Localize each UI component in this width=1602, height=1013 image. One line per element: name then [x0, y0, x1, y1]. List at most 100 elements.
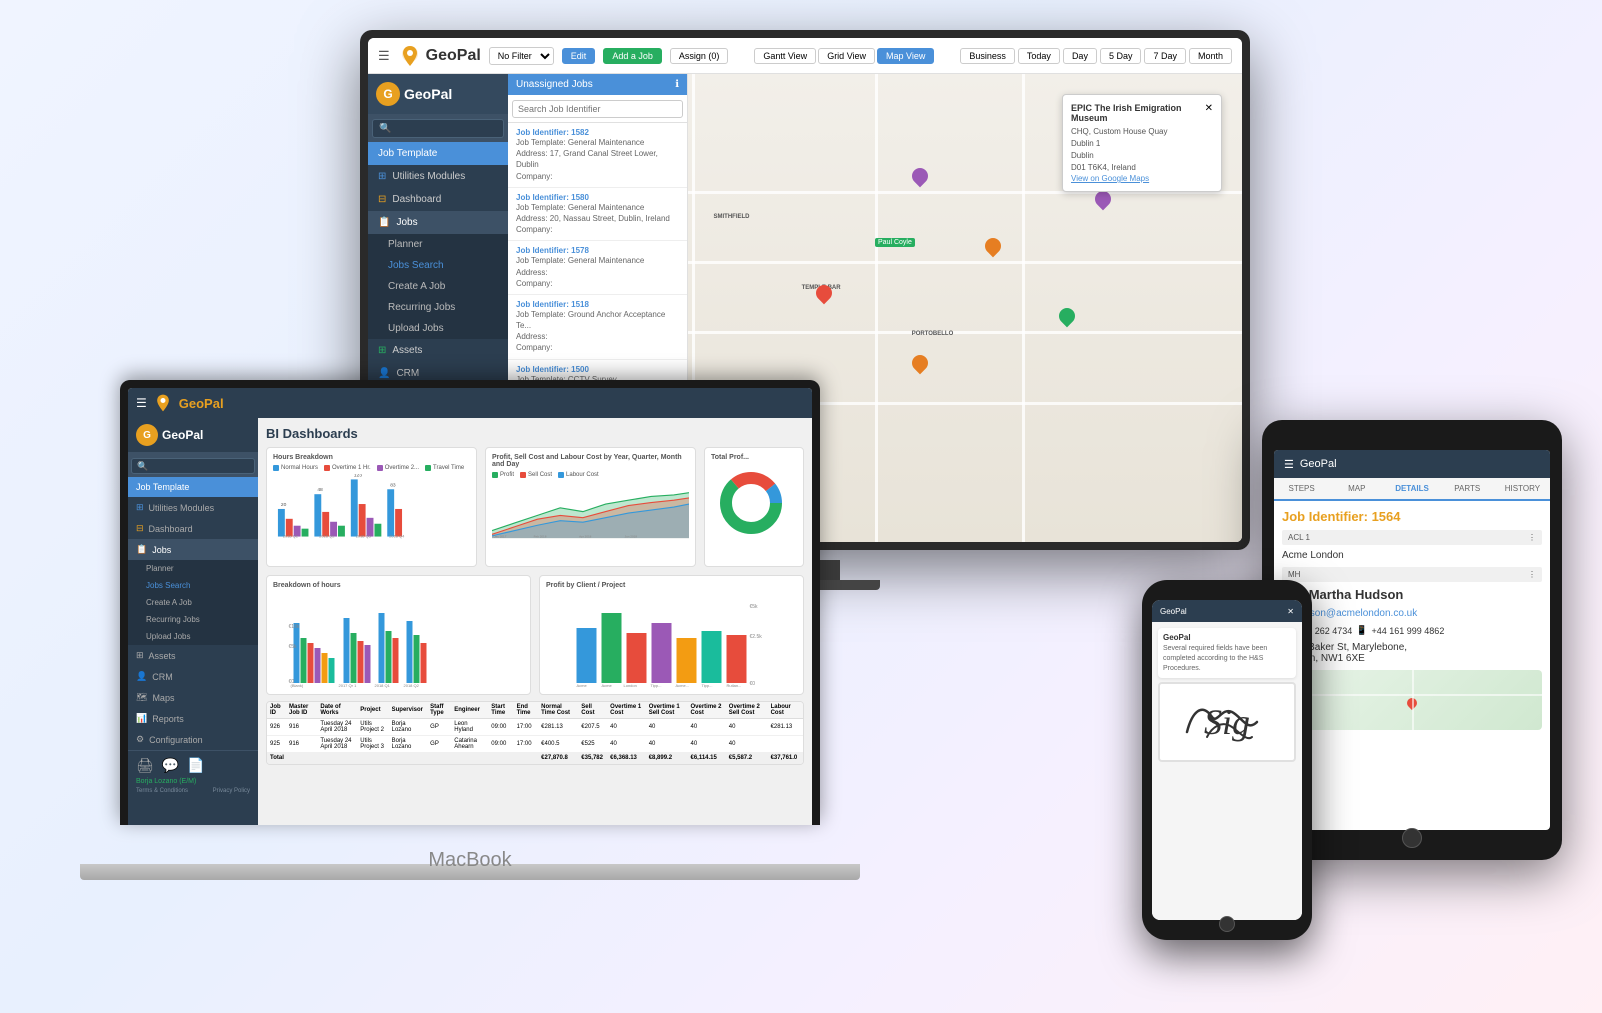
phone-notif-text: Several required fields have been comple… — [1163, 644, 1291, 673]
today-button[interactable]: Today — [1018, 48, 1060, 64]
legend-label-profit: Profit — [500, 472, 514, 478]
laptop-sidebar-utilities[interactable]: ⊞ Utilities Modules — [128, 497, 258, 518]
td-925-ot2: 40 — [687, 736, 725, 753]
laptop-sidebar-create-job[interactable]: Create A Job — [128, 594, 258, 611]
sidebar-item-planner[interactable]: Planner — [368, 234, 508, 255]
td-926-ot2: 40 — [687, 719, 725, 736]
svg-text:123: 123 — [354, 474, 362, 478]
edit-button[interactable]: Edit — [562, 48, 596, 64]
map-view-button[interactable]: Map View — [877, 48, 934, 64]
tablet-job-id-number: 1564 — [1372, 509, 1401, 524]
job-card-1518-id: Job Identifier: 1518 — [516, 300, 679, 309]
sidebar-item-upload-jobs[interactable]: Upload Jobs — [368, 318, 508, 339]
month-button[interactable]: Month — [1189, 48, 1232, 64]
gantt-view-button[interactable]: Gantt View — [754, 48, 816, 64]
day-button[interactable]: Day — [1063, 48, 1097, 64]
laptop-hamburger-icon[interactable]: ☰ — [136, 396, 147, 410]
laptop-sidebar-jobs-label: Jobs — [152, 545, 171, 555]
job-card-1578[interactable]: Job Identifier: 1578 Job Template: Gener… — [508, 241, 687, 295]
hamburger-icon[interactable]: ☰ — [378, 48, 390, 64]
document-icon[interactable]: 📄 — [187, 757, 204, 774]
sidebar-item-assets[interactable]: ⊞ Assets — [368, 339, 508, 362]
sidebar-item-utilities[interactable]: ⊞ Utilities Modules — [368, 165, 508, 188]
sidebar-item-jobs[interactable]: 📋 Jobs — [368, 211, 508, 234]
map-pin-6 — [1095, 191, 1111, 211]
bi-bottom-section: Breakdown of hours — [266, 575, 804, 695]
privacy-link[interactable]: Privacy Policy — [213, 788, 250, 794]
svg-text:London: London — [624, 683, 637, 688]
terms-link[interactable]: Terms & Conditions — [136, 788, 188, 794]
legend-normal-hours: Normal Hours — [273, 465, 318, 471]
tab-steps[interactable]: STEPS — [1274, 478, 1329, 501]
jobs-panel-title: Unassigned Jobs — [516, 79, 593, 90]
td-925-staff: GP — [427, 736, 451, 753]
sidebar-item-job-template[interactable]: Job Template — [368, 142, 508, 165]
svg-text:Acme: Acme — [602, 683, 613, 688]
laptop-sidebar-job-template[interactable]: Job Template — [128, 477, 258, 497]
profit-line-chart-svg: Dec 2017 Feb 2018 Apr 2018 Jun 2018 — [492, 481, 689, 546]
tablet-home-button[interactable] — [1402, 828, 1422, 848]
tab-parts[interactable]: PARTS — [1440, 478, 1495, 501]
laptop-assets-icon: ⊞ — [136, 650, 144, 661]
tablet-section-menu-icon[interactable]: ⋮ — [1528, 533, 1536, 542]
laptop-sidebar-upload-jobs[interactable]: Upload Jobs — [128, 628, 258, 645]
laptop-sidebar-planner[interactable]: Planner — [128, 560, 258, 577]
laptop-sidebar-reports[interactable]: 📊 Reports — [128, 708, 258, 729]
laptop-sidebar-search-input[interactable] — [131, 458, 255, 474]
laptop-sidebar-maps[interactable]: 🗺 Maps — [128, 687, 258, 708]
laptop-sidebar-assets[interactable]: ⊞ Assets — [128, 645, 258, 666]
td-926-master: 916 — [286, 719, 317, 736]
map-popup-google-link[interactable]: View on Google Maps — [1071, 174, 1213, 183]
jobs-panel-info-icon[interactable]: ℹ — [675, 79, 679, 90]
laptop-sidebar-crm[interactable]: 👤 CRM — [128, 666, 258, 687]
svg-text:€5k: €5k — [289, 644, 298, 650]
add-job-button[interactable]: Add a Job — [603, 48, 662, 64]
th-ot1: Overtime 1 Cost — [607, 702, 646, 719]
sidebar-search-input[interactable] — [372, 119, 504, 138]
tab-history[interactable]: HISTORY — [1495, 478, 1550, 501]
tab-details[interactable]: DETAILS — [1384, 478, 1439, 501]
job-card-1518[interactable]: Job Identifier: 1518 Job Template: Groun… — [508, 295, 687, 360]
tablet-contact-menu-icon[interactable]: ⋮ — [1528, 570, 1536, 579]
td-926-labour: €281.13 — [768, 719, 803, 736]
job-card-1580[interactable]: Job Identifier: 1580 Job Template: Gener… — [508, 188, 687, 242]
job-card-1582[interactable]: Job Identifier: 1582 Job Template: Gener… — [508, 123, 687, 188]
th-ot2-sell: Overtime 2 Sell Cost — [726, 702, 768, 719]
laptop-reports-icon: 📊 — [136, 713, 147, 724]
signature-area[interactable]: Sig — [1158, 682, 1296, 762]
tablet-menu-icon[interactable]: ☰ — [1284, 458, 1294, 471]
chat-icon[interactable]: 💬 — [162, 757, 179, 774]
th-start: Start Time — [488, 702, 513, 719]
map-popup-close-icon[interactable]: ✕ — [1205, 103, 1213, 114]
laptop-sidebar-dashboard[interactable]: ⊟ Dashboard — [128, 518, 258, 539]
sidebar-item-dashboard[interactable]: ⊟ Dashboard — [368, 188, 508, 211]
jobs-search-input[interactable] — [512, 100, 683, 118]
job-card-1578-id: Job Identifier: 1578 — [516, 246, 679, 255]
assign-button[interactable]: Assign (0) — [670, 48, 729, 64]
print-icon[interactable]: 🖨 — [136, 757, 154, 774]
laptop-sidebar-jobs-search[interactable]: Jobs Search — [128, 577, 258, 594]
phone-close-icon[interactable]: ✕ — [1287, 607, 1294, 616]
sidebar-item-create-job[interactable]: Create A Job — [368, 276, 508, 297]
tab-map[interactable]: MAP — [1329, 478, 1384, 501]
svg-text:2018 Q1: 2018 Q1 — [375, 683, 391, 688]
grid-view-button[interactable]: Grid View — [818, 48, 875, 64]
laptop-sidebar-recurring-jobs[interactable]: Recurring Jobs — [128, 611, 258, 628]
sidebar-item-jobs-search[interactable]: Jobs Search — [368, 255, 508, 276]
business-button[interactable]: Business — [960, 48, 1015, 64]
tablet-phone2-value[interactable]: +44 161 999 4862 — [1372, 626, 1445, 636]
tablet-company-value: Acme London — [1282, 550, 1542, 561]
sidebar-item-dashboard-label: Dashboard — [392, 194, 441, 205]
jobs-submenu: Planner Jobs Search Create A Job Recurri… — [368, 234, 508, 339]
laptop-sidebar-jobs[interactable]: 📋 Jobs — [128, 539, 258, 560]
5day-button[interactable]: 5 Day — [1100, 48, 1142, 64]
job-card-1518-template: Job Template: Ground Anchor Acceptance T… — [516, 309, 679, 331]
sidebar-item-recurring-jobs[interactable]: Recurring Jobs — [368, 297, 508, 318]
phone-home-button[interactable] — [1219, 916, 1235, 932]
7day-button[interactable]: 7 Day — [1144, 48, 1186, 64]
phone-frame: GeoPal ✕ GeoPal Several required fields … — [1142, 580, 1312, 940]
street-v2 — [875, 74, 878, 542]
laptop-sidebar-configuration[interactable]: ⚙ Configuration — [128, 729, 258, 750]
calendar-controls: Business Today Day 5 Day 7 Day Month — [960, 48, 1232, 64]
filter-select[interactable]: No Filter — [489, 47, 554, 65]
